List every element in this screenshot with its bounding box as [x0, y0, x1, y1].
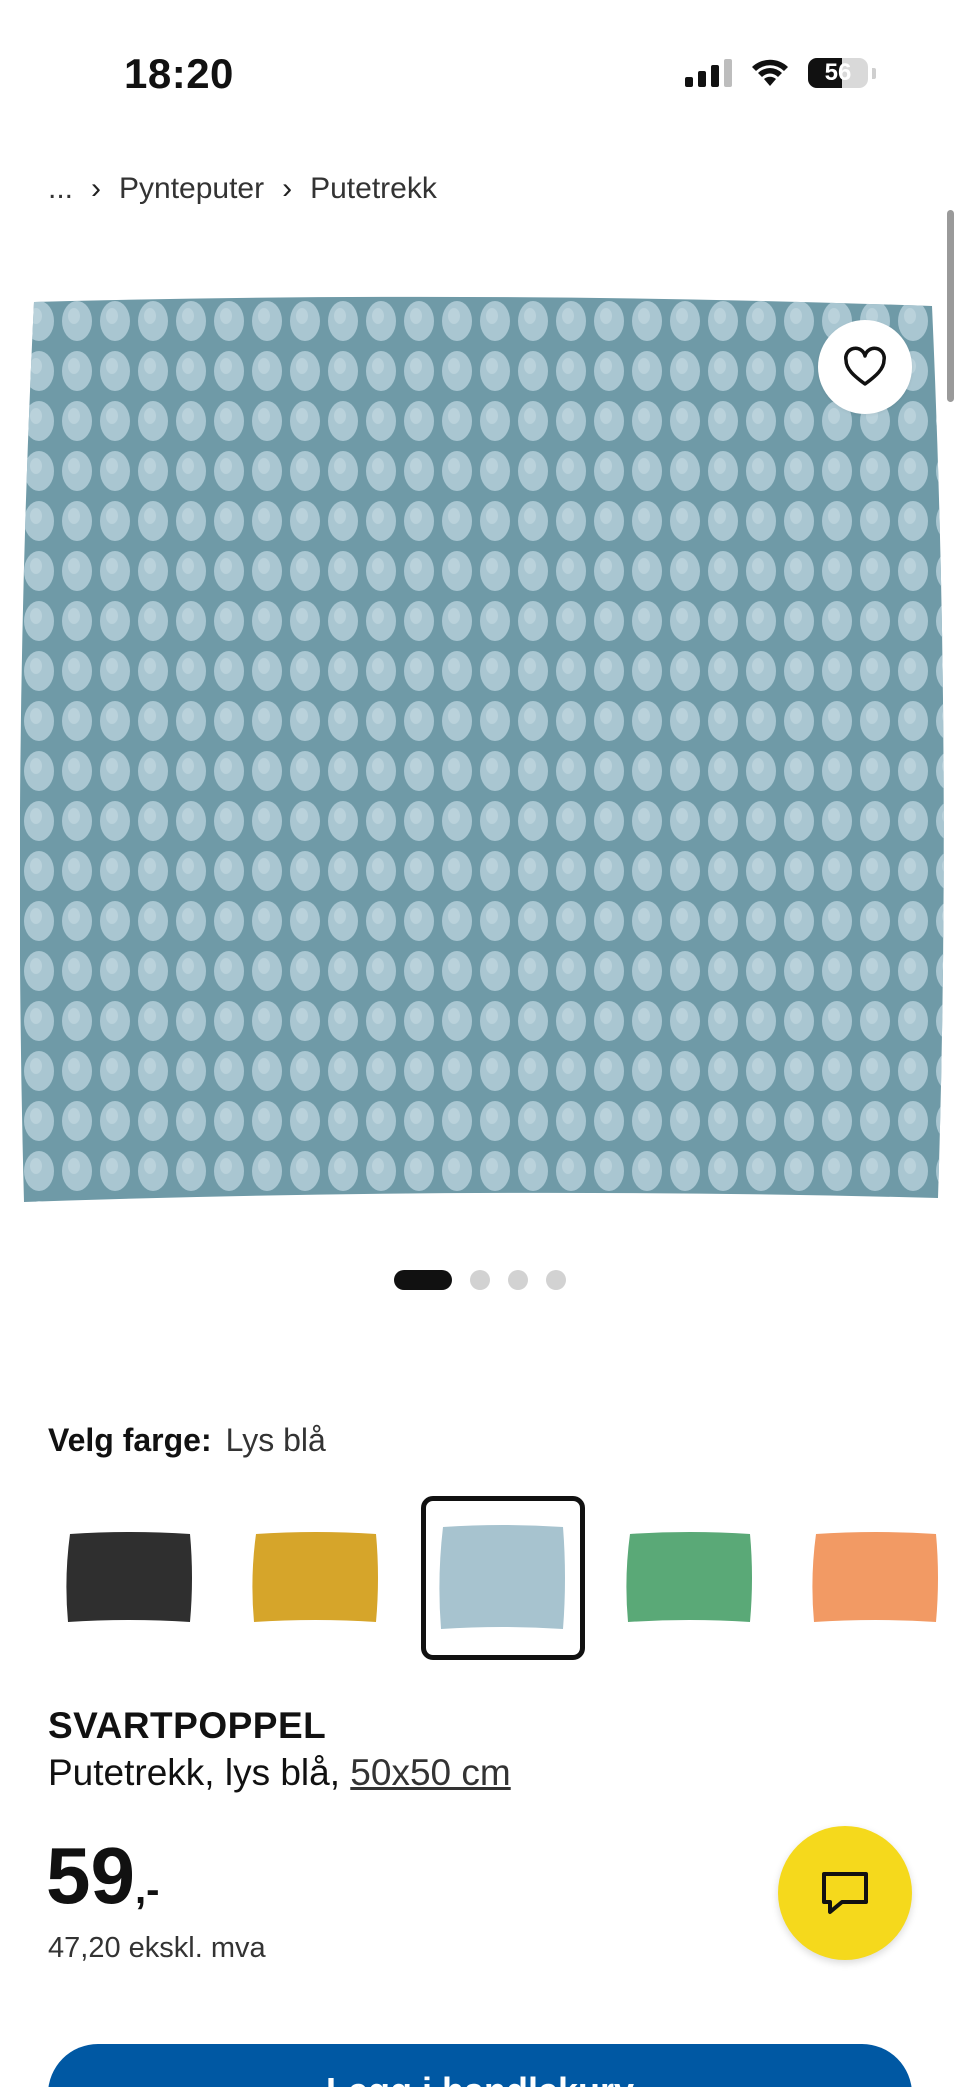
- swatch-light-blue[interactable]: [421, 1496, 585, 1660]
- chevron-right-icon: ›: [91, 172, 102, 205]
- clock: 18:20: [124, 50, 234, 97]
- carousel-dot-2[interactable]: [470, 1270, 490, 1290]
- chevron-right-icon: ›: [282, 172, 293, 205]
- price-suffix: ,-: [134, 1868, 160, 1912]
- battery-icon: 56: [808, 58, 868, 88]
- selected-color: Lys blå: [225, 1422, 326, 1458]
- cellular-signal-icon: [685, 59, 732, 87]
- color-label-title: Velg farge:: [48, 1422, 212, 1458]
- carousel-dot-1[interactable]: [394, 1270, 452, 1290]
- heart-icon: [844, 346, 886, 386]
- product-image[interactable]: [19, 296, 944, 1208]
- swatch-yellow[interactable]: [234, 1496, 398, 1660]
- wifi-icon: [750, 58, 790, 88]
- swatch-green[interactable]: [608, 1496, 772, 1660]
- carousel-dot-4[interactable]: [546, 1270, 566, 1290]
- breadcrumb-item-putetrekk[interactable]: Putetrekk: [310, 172, 437, 206]
- status-icons: 56: [685, 58, 876, 88]
- price: 59,-: [46, 1830, 159, 1922]
- breadcrumb-ellipsis[interactable]: ...: [48, 172, 73, 206]
- swatch-orange[interactable]: [794, 1496, 958, 1660]
- product-description: Putetrekk, lys blå, 50x50 cm: [48, 1752, 511, 1794]
- scrollbar[interactable]: [947, 210, 954, 402]
- swatch-black[interactable]: [48, 1496, 212, 1660]
- carousel-indicator: [394, 1270, 566, 1290]
- carousel-dot-3[interactable]: [508, 1270, 528, 1290]
- size-link[interactable]: 50x50 cm: [350, 1752, 510, 1793]
- product-type: Putetrekk, lys blå,: [48, 1752, 341, 1793]
- battery-tip: [872, 67, 876, 79]
- price-integer: 59: [46, 1831, 135, 1920]
- product-page: 18:20 56 ... › Pynteputer › Putetrekk Ve…: [0, 0, 960, 2087]
- breadcrumb: ... › Pynteputer › Putetrekk: [48, 172, 437, 206]
- favorite-button[interactable]: [818, 320, 912, 414]
- product-name: SVARTPOPPEL: [48, 1705, 327, 1746]
- breadcrumb-item-pynteputer[interactable]: Pynteputer: [119, 172, 264, 206]
- price-excl-vat: 47,20 ekskl. mva: [48, 1932, 266, 1964]
- battery-level: 56: [824, 59, 852, 86]
- add-to-cart-button[interactable]: Legg i handlekurv: [48, 2044, 912, 2087]
- color-swatches: [48, 1496, 960, 1664]
- chat-button[interactable]: [778, 1826, 912, 1960]
- color-selector-label: Velg farge: Lys blå: [48, 1422, 326, 1459]
- status-bar: 18:20 56: [0, 0, 960, 150]
- chat-icon: [822, 1872, 868, 1914]
